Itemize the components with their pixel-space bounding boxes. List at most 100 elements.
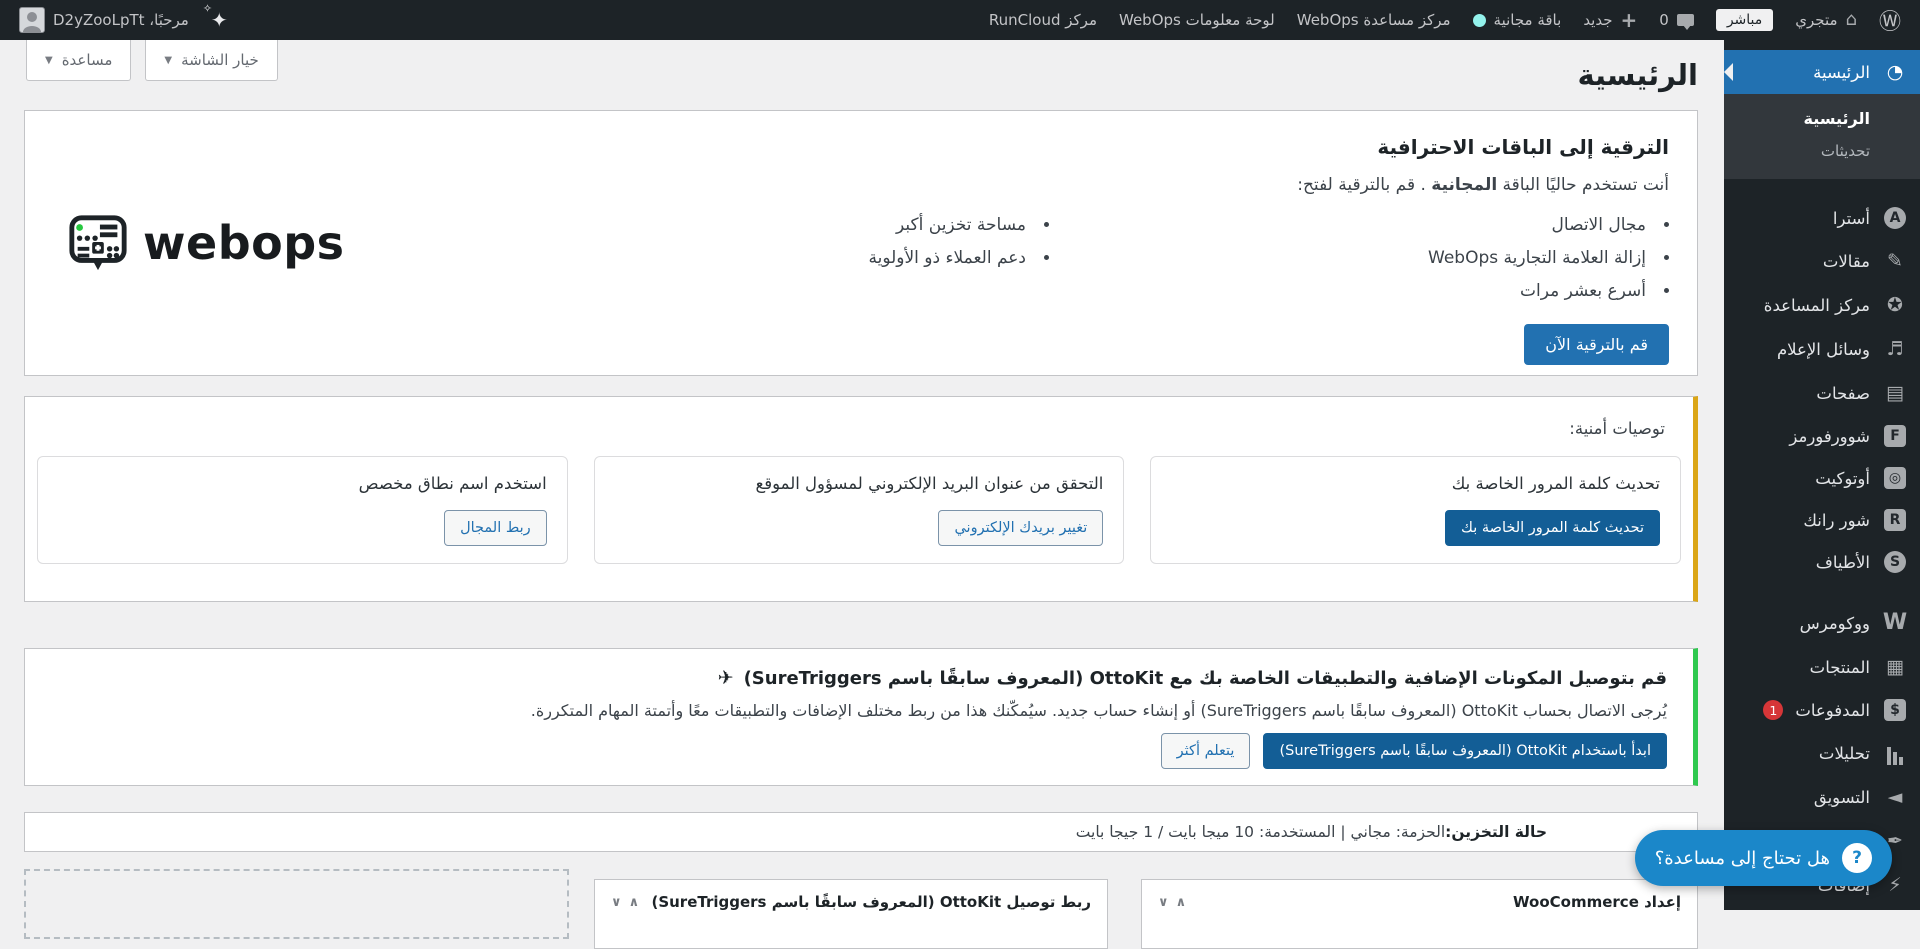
change-email-button[interactable]: تغيير بريدك الإلكتروني [938,510,1104,546]
admin-sidebar: ◔ الرئيسية الرئيسية تحديثات A أسترا ✎ مق… [1724,40,1920,910]
features-column-1: مجال الاتصال إزالة العلامة التجارية WebO… [1049,215,1669,314]
bar-chart-icon [1882,741,1908,765]
sidebar-item-marketing[interactable]: ◄ التسويق [1724,775,1920,819]
submenu-item-updates[interactable]: تحديثات [1724,135,1920,167]
admin-bar-start-group: Ⓦ ⌂ متجري مباشر 0 + جديد باقة مجانية مرك… [978,0,1912,40]
upgrade-panel: الترقية إلى الباقات الاحترافية أنت تستخد… [24,110,1698,376]
webops-help-center-label: مركز مساعدة WebOps [1296,11,1451,29]
feature-item: إزالة العلامة التجارية WebOps [1049,248,1669,268]
feature-item: دعم العملاء ذو الأولوية [868,248,1049,268]
security-heading: توصيات أمنية: [1569,419,1665,438]
sidebar-item-surerank[interactable]: R شور رانك [1724,499,1920,541]
upgrade-now-button[interactable]: قم بالترقية الآن [1524,324,1669,365]
sidebar-item-label: وسائل الإعلام [1776,339,1870,359]
feature-item: مجال الاتصال [1049,215,1669,235]
sidebar-item-analytics[interactable]: تحليلات [1724,731,1920,775]
admin-bar: Ⓦ ⌂ متجري مباشر 0 + جديد باقة مجانية مرك… [0,0,1920,40]
help-tab-label: مساعدة [61,51,113,69]
sidebar-item-label: أسترا [1832,208,1870,228]
new-content-item[interactable]: + جديد [1572,0,1648,40]
wordpress-logo-icon: Ⓦ [1878,10,1901,35]
plus-icon: + [1620,8,1638,32]
ottokit-connect-header[interactable]: ربط توصيل OttoKit (المعروف سابقًا باسم S… [595,880,1107,924]
submenu-item-home[interactable]: الرئيسية [1724,102,1920,135]
screen-options-label: خيار الشاشة [181,51,259,69]
payments-count-badge: 1 [1763,700,1784,720]
metabox-drop-zone [24,869,569,939]
account-item[interactable]: مرحبًا، D2yZooLpTt [8,0,200,40]
live-mode-item[interactable]: مباشر [1705,0,1784,40]
connect-domain-button[interactable]: ربط المجال [444,510,547,546]
screen-options-tab[interactable]: خيار الشاشة ▼ [145,40,278,81]
sidebar-item-products[interactable]: ▦ المنتجات [1724,645,1920,689]
webops-logo: webops [67,212,345,274]
learn-more-button[interactable]: يتعلم أكثر [1160,733,1251,769]
plan-item[interactable]: باقة مجانية [1462,0,1573,40]
webops-logo-icon [69,215,127,271]
move-down-icon[interactable]: ∨ [1158,895,1169,910]
menu-separator [1724,179,1920,197]
sidebar-item-home[interactable]: ◔ الرئيسية [1724,50,1920,94]
ottokit-start-button[interactable]: ابدأ باستخدام OttoKit (المعروف سابقًا با… [1263,733,1667,769]
sidebar-item-help-center[interactable]: ✪ مركز المساعدة [1724,283,1920,327]
sidebar-item-label: ووكومرس [1799,613,1870,633]
update-password-button[interactable]: تحديث كلمة المرور الخاصة بك [1445,510,1660,546]
sidebar-item-payments[interactable]: $ المدفوعات 1 [1724,689,1920,731]
sidebar-item-label: مقالات [1822,251,1870,271]
webops-help-center-item[interactable]: مركز مساعدة WebOps [1286,0,1462,40]
security-recommendations-panel: توصيات أمنية: تحديث كلمة المرور الخاصة ب… [24,396,1698,602]
comment-bubble-icon [1676,14,1694,30]
comments-item[interactable]: 0 [1648,0,1705,40]
feature-item: مساحة تخزين أكبر [868,215,1049,235]
move-down-icon[interactable]: ∨ [611,895,622,910]
site-name: متجري [1795,11,1838,29]
domain-card: استخدم اسم نطاق مخصص ربط المجال [36,456,568,564]
sidebar-item-astra[interactable]: A أسترا [1724,197,1920,239]
sidebar-item-woocommerce[interactable]: W ووكومرس [1724,601,1920,645]
menu-separator [1724,583,1920,601]
woocommerce-icon: W [1882,610,1908,635]
woocommerce-setup-metabox: إعداد WooCommerce ∧ ∨ [1141,879,1698,949]
webops-dashboard-item[interactable]: لوحة معلومات WebOps [1108,0,1286,40]
question-mark-icon: ? [1842,843,1872,873]
sidebar-item-label: أوتوكيت [1815,468,1870,488]
chevron-down-icon: ▼ [45,54,53,66]
woocommerce-setup-header[interactable]: إعداد WooCommerce ∧ ∨ [1142,880,1697,924]
sidebar-item-media[interactable]: ♬ وسائل الإعلام [1724,327,1920,371]
help-tab[interactable]: مساعدة ▼ [26,40,132,81]
sidebar-item-label: صفحات [1816,383,1870,403]
avatar [19,7,45,33]
sidebar-item-spectra[interactable]: S الأطياف [1724,541,1920,583]
storage-label: حالة التخزين: [1445,823,1547,841]
storage-status-panel: حالة التخزين: الحزمة: مجاني | المستخدمة:… [24,812,1698,852]
sidebar-item-pages[interactable]: ▤ صفحات [1724,371,1920,415]
payments-icon: $ [1884,699,1906,721]
ottokit-connect-title: ربط توصيل OttoKit (المعروف سابقًا باسم S… [651,893,1091,911]
feature-item: أسرع بعشر مرات [1049,281,1669,301]
plane-icon: ✈ [717,667,734,689]
sidebar-item-sureforms[interactable]: F شوورفورمز [1724,415,1920,457]
email-card-title: التحقق من عنوان البريد الإلكتروني لمسؤول… [755,474,1104,493]
webops-dashboard-label: لوحة معلومات WebOps [1119,11,1275,29]
site-link[interactable]: ⌂ متجري [1784,0,1868,40]
surerank-icon: R [1884,509,1906,531]
wordpress-menu[interactable]: Ⓦ [1868,0,1912,40]
sidebar-item-ottokit[interactable]: ◎ أوتوكيت [1724,457,1920,499]
sidebar-item-label: مركز المساعدة [1763,295,1870,315]
move-up-icon[interactable]: ∧ [1176,895,1187,910]
ottokit-icon: ◎ [1884,467,1906,489]
upgrade-description: أنت تستخدم حاليًا الباقة المجانية . قم ب… [1297,175,1669,195]
sparkles-icon: ✦ ✧ [202,2,228,32]
password-card: تحديث كلمة المرور الخاصة بك تحديث كلمة ا… [1150,456,1681,564]
plan-status-dot-icon [1472,13,1486,27]
move-up-icon[interactable]: ∧ [629,895,640,910]
password-card-title: تحديث كلمة المرور الخاصة بك [1451,474,1660,493]
sidebar-item-label: شور رانك [1803,510,1870,530]
pushpin-icon: ✎ [1887,249,1903,272]
runcloud-item[interactable]: مركز RunCloud [978,0,1108,40]
dashboard-icon: ◔ [1886,60,1904,83]
ai-assistant-item[interactable]: ✦ ✧ [200,0,239,40]
need-help-button[interactable]: ? هل تحتاج إلى مساعدة؟ [1634,830,1892,886]
sidebar-item-posts[interactable]: ✎ مقالات [1724,239,1920,283]
spectra-icon: S [1884,551,1906,573]
